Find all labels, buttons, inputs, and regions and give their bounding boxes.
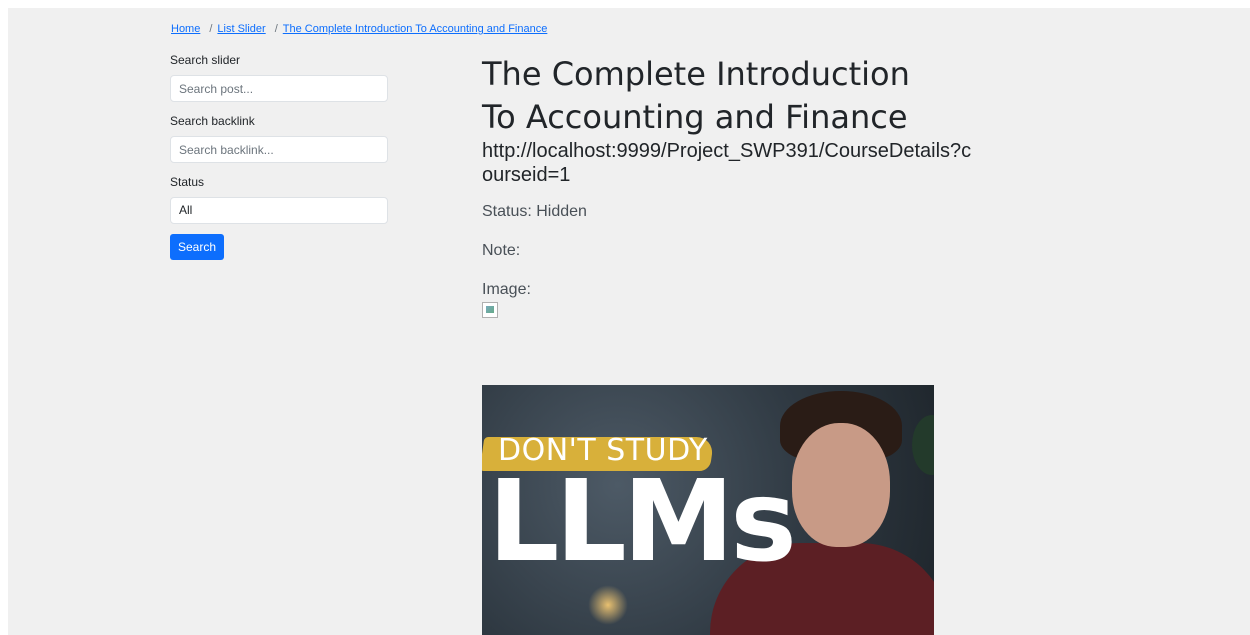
note-text: Note: [482,242,521,259]
status-select[interactable]: All [170,197,388,224]
breadcrumb-separator: / [274,23,278,35]
breadcrumb-list-slider-link[interactable]: List Slider [217,23,265,35]
image-label: Image: [482,281,531,298]
page-viewport: Home / List Slider / The Complete Introducti… [8,8,1250,635]
breadcrumb: Home / List Slider / The Complete Introducti… [171,23,547,35]
thumbnail-headline-text: LLMs [488,457,797,587]
breadcrumb-home-link[interactable]: Home [171,23,200,35]
search-backlink-label: Search backlink [170,114,255,128]
backlink-text: http://localhost:9999/Project_SWP391/Cou… [482,140,972,186]
page-title: The Complete Introduction To Accounting … [482,55,910,136]
breadcrumb-separator: / [209,23,213,35]
broken-image-icon [482,302,498,318]
search-slider-input[interactable] [170,75,388,102]
slider-detail: The Complete Introduction To Accounting … [482,53,1182,318]
status-text: Status: Hidden [482,203,587,220]
filter-sidebar: Search slider Search backlink Status All… [170,53,388,260]
person-head-shape [792,423,890,547]
plant-shape [912,415,934,475]
search-slider-label: Search slider [170,53,241,67]
status-label: Status [170,175,205,189]
slider-thumbnail-image: DON'T STUDY LLMs [482,385,934,635]
search-backlink-input[interactable] [170,136,388,163]
lamp-glow [588,585,628,625]
search-button[interactable]: Search [170,234,225,260]
breadcrumb-current-link[interactable]: The Complete Introduction To Accounting … [283,23,548,35]
